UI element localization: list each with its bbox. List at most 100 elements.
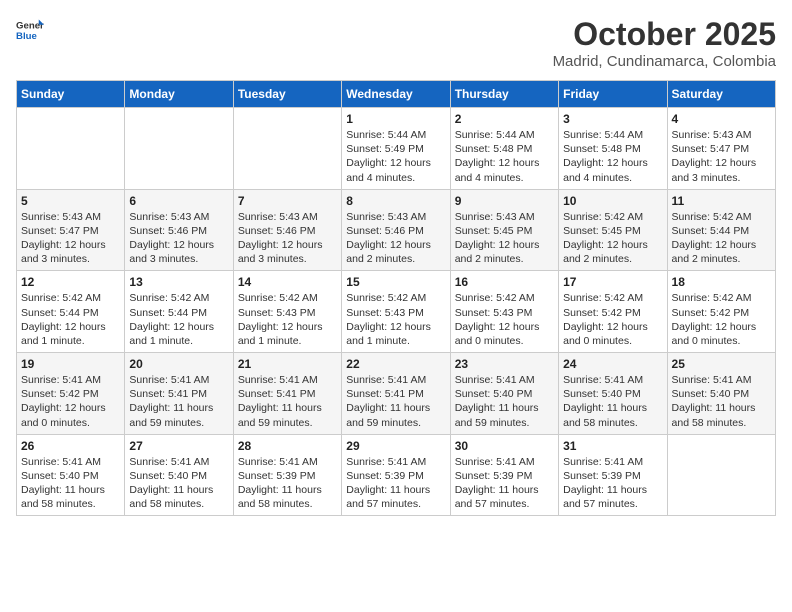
day-info: Sunrise: 5:42 AM Sunset: 5:45 PM Dayligh… bbox=[563, 210, 662, 267]
day-info: Sunrise: 5:41 AM Sunset: 5:39 PM Dayligh… bbox=[455, 455, 554, 512]
day-info: Sunrise: 5:41 AM Sunset: 5:41 PM Dayligh… bbox=[129, 373, 228, 430]
day-number: 22 bbox=[346, 357, 445, 371]
day-number: 1 bbox=[346, 112, 445, 126]
day-number: 11 bbox=[672, 194, 771, 208]
day-number: 28 bbox=[238, 439, 337, 453]
calendar-cell: 31 Sunrise: 5:41 AM Sunset: 5:39 PM Dayli… bbox=[559, 434, 667, 516]
header: General Blue October 2025 Madrid, Cundin… bbox=[16, 16, 776, 70]
day-info: Sunrise: 5:43 AM Sunset: 5:46 PM Dayligh… bbox=[238, 210, 337, 267]
day-info: Sunrise: 5:42 AM Sunset: 5:42 PM Dayligh… bbox=[563, 291, 662, 348]
calendar-cell: 16 Sunrise: 5:42 AM Sunset: 5:43 PM Dayli… bbox=[450, 271, 558, 353]
weekday-header-row: SundayMondayTuesdayWednesdayThursdayFrid… bbox=[17, 81, 776, 108]
day-info: Sunrise: 5:43 AM Sunset: 5:46 PM Dayligh… bbox=[129, 210, 228, 267]
day-number: 6 bbox=[129, 194, 228, 208]
day-info: Sunrise: 5:41 AM Sunset: 5:40 PM Dayligh… bbox=[21, 455, 120, 512]
day-info: Sunrise: 5:43 AM Sunset: 5:46 PM Dayligh… bbox=[346, 210, 445, 267]
day-number: 4 bbox=[672, 112, 771, 126]
day-info: Sunrise: 5:44 AM Sunset: 5:48 PM Dayligh… bbox=[563, 128, 662, 185]
calendar-cell: 29Sunrise: 5:41 AM Sunset: 5:39 PM Dayli… bbox=[342, 434, 450, 516]
calendar-cell: 30 Sunrise: 5:41 AM Sunset: 5:39 PM Dayli… bbox=[450, 434, 558, 516]
day-info: Sunrise: 5:44 AM Sunset: 5:48 PM Dayligh… bbox=[455, 128, 554, 185]
calendar-cell: 18 Sunrise: 5:42 AM Sunset: 5:42 PM Dayli… bbox=[667, 271, 775, 353]
day-info: Sunrise: 5:41 AM Sunset: 5:40 PM Dayligh… bbox=[672, 373, 771, 430]
calendar-cell: 5 Sunrise: 5:43 AM Sunset: 5:47 PM Daylig… bbox=[17, 189, 125, 271]
day-number: 21 bbox=[238, 357, 337, 371]
day-info: Sunrise: 5:42 AM Sunset: 5:43 PM Dayligh… bbox=[455, 291, 554, 348]
weekday-header-sunday: Sunday bbox=[17, 81, 125, 108]
day-info: Sunrise: 5:41 AM Sunset: 5:39 PM Dayligh… bbox=[563, 455, 662, 512]
day-number: 15 bbox=[346, 275, 445, 289]
month-title: October 2025 bbox=[553, 16, 776, 53]
calendar-cell: 24 Sunrise: 5:41 AM Sunset: 5:40 PM Dayli… bbox=[559, 353, 667, 435]
calendar-cell: 17 Sunrise: 5:42 AM Sunset: 5:42 PM Dayli… bbox=[559, 271, 667, 353]
day-number: 10 bbox=[563, 194, 662, 208]
day-info: Sunrise: 5:41 AM Sunset: 5:39 PM Dayligh… bbox=[346, 455, 445, 512]
logo-icon: General Blue bbox=[16, 16, 44, 44]
day-info: Sunrise: 5:41 AM Sunset: 5:40 PM Dayligh… bbox=[455, 373, 554, 430]
day-number: 18 bbox=[672, 275, 771, 289]
day-info: Sunrise: 5:42 AM Sunset: 5:44 PM Dayligh… bbox=[672, 210, 771, 267]
day-info: Sunrise: 5:42 AM Sunset: 5:43 PM Dayligh… bbox=[238, 291, 337, 348]
title-area: October 2025 Madrid, Cundinamarca, Colom… bbox=[553, 16, 776, 70]
day-number: 23 bbox=[455, 357, 554, 371]
calendar-cell: 19 Sunrise: 5:41 AM Sunset: 5:42 PM Dayli… bbox=[17, 353, 125, 435]
week-row-2: 12 Sunrise: 5:42 AM Sunset: 5:44 PM Dayli… bbox=[17, 271, 776, 353]
day-info: Sunrise: 5:42 AM Sunset: 5:42 PM Dayligh… bbox=[672, 291, 771, 348]
week-row-3: 19 Sunrise: 5:41 AM Sunset: 5:42 PM Dayli… bbox=[17, 353, 776, 435]
calendar-cell bbox=[667, 434, 775, 516]
day-info: Sunrise: 5:41 AM Sunset: 5:41 PM Dayligh… bbox=[238, 373, 337, 430]
calendar-cell: 28Sunrise: 5:41 AM Sunset: 5:39 PM Dayli… bbox=[233, 434, 341, 516]
day-number: 14 bbox=[238, 275, 337, 289]
weekday-header-thursday: Thursday bbox=[450, 81, 558, 108]
calendar-cell: 15 Sunrise: 5:42 AM Sunset: 5:43 PM Dayli… bbox=[342, 271, 450, 353]
day-info: Sunrise: 5:41 AM Sunset: 5:40 PM Dayligh… bbox=[129, 455, 228, 512]
day-number: 30 bbox=[455, 439, 554, 453]
calendar-cell bbox=[233, 108, 341, 190]
calendar-cell: 13Sunrise: 5:42 AM Sunset: 5:44 PM Dayli… bbox=[125, 271, 233, 353]
logo: General Blue bbox=[16, 16, 44, 44]
calendar-cell: 23 Sunrise: 5:41 AM Sunset: 5:40 PM Dayli… bbox=[450, 353, 558, 435]
day-number: 16 bbox=[455, 275, 554, 289]
day-number: 12 bbox=[21, 275, 120, 289]
calendar-cell bbox=[17, 108, 125, 190]
svg-text:Blue: Blue bbox=[16, 31, 37, 42]
day-number: 24 bbox=[563, 357, 662, 371]
calendar-cell: 25 Sunrise: 5:41 AM Sunset: 5:40 PM Dayli… bbox=[667, 353, 775, 435]
day-number: 9 bbox=[455, 194, 554, 208]
day-info: Sunrise: 5:43 AM Sunset: 5:47 PM Dayligh… bbox=[21, 210, 120, 267]
day-number: 25 bbox=[672, 357, 771, 371]
day-number: 8 bbox=[346, 194, 445, 208]
day-number: 17 bbox=[563, 275, 662, 289]
day-number: 3 bbox=[563, 112, 662, 126]
weekday-header-wednesday: Wednesday bbox=[342, 81, 450, 108]
day-number: 19 bbox=[21, 357, 120, 371]
calendar-cell: 26Sunrise: 5:41 AM Sunset: 5:40 PM Dayli… bbox=[17, 434, 125, 516]
day-number: 31 bbox=[563, 439, 662, 453]
calendar-cell: 3 Sunrise: 5:44 AM Sunset: 5:48 PM Daylig… bbox=[559, 108, 667, 190]
calendar-cell: 8 Sunrise: 5:43 AM Sunset: 5:46 PM Daylig… bbox=[342, 189, 450, 271]
calendar: SundayMondayTuesdayWednesdayThursdayFrid… bbox=[16, 80, 776, 516]
calendar-cell: 21 Sunrise: 5:41 AM Sunset: 5:41 PM Dayli… bbox=[233, 353, 341, 435]
day-number: 27 bbox=[129, 439, 228, 453]
calendar-cell: 14 Sunrise: 5:42 AM Sunset: 5:43 PM Dayli… bbox=[233, 271, 341, 353]
calendar-cell: 2Sunrise: 5:44 AM Sunset: 5:48 PM Daylig… bbox=[450, 108, 558, 190]
calendar-cell: 20 Sunrise: 5:41 AM Sunset: 5:41 PM Dayli… bbox=[125, 353, 233, 435]
weekday-header-friday: Friday bbox=[559, 81, 667, 108]
calendar-cell: 7 Sunrise: 5:43 AM Sunset: 5:46 PM Daylig… bbox=[233, 189, 341, 271]
week-row-1: 5 Sunrise: 5:43 AM Sunset: 5:47 PM Daylig… bbox=[17, 189, 776, 271]
calendar-cell: 6 Sunrise: 5:43 AM Sunset: 5:46 PM Daylig… bbox=[125, 189, 233, 271]
calendar-cell: 12 Sunrise: 5:42 AM Sunset: 5:44 PM Dayli… bbox=[17, 271, 125, 353]
calendar-cell: 11 Sunrise: 5:42 AM Sunset: 5:44 PM Dayli… bbox=[667, 189, 775, 271]
day-number: 20 bbox=[129, 357, 228, 371]
day-info: Sunrise: 5:42 AM Sunset: 5:43 PM Dayligh… bbox=[346, 291, 445, 348]
day-number: 5 bbox=[21, 194, 120, 208]
calendar-cell: 27 Sunrise: 5:41 AM Sunset: 5:40 PM Dayli… bbox=[125, 434, 233, 516]
day-number: 7 bbox=[238, 194, 337, 208]
day-info: Sunrise: 5:41 AM Sunset: 5:42 PM Dayligh… bbox=[21, 373, 120, 430]
calendar-cell: 1Sunrise: 5:44 AM Sunset: 5:49 PM Daylig… bbox=[342, 108, 450, 190]
day-number: 13 bbox=[129, 275, 228, 289]
day-info: Sunrise: 5:41 AM Sunset: 5:40 PM Dayligh… bbox=[563, 373, 662, 430]
week-row-0: 1Sunrise: 5:44 AM Sunset: 5:49 PM Daylig… bbox=[17, 108, 776, 190]
day-info: Sunrise: 5:42 AM Sunset: 5:44 PM Dayligh… bbox=[21, 291, 120, 348]
weekday-header-monday: Monday bbox=[125, 81, 233, 108]
